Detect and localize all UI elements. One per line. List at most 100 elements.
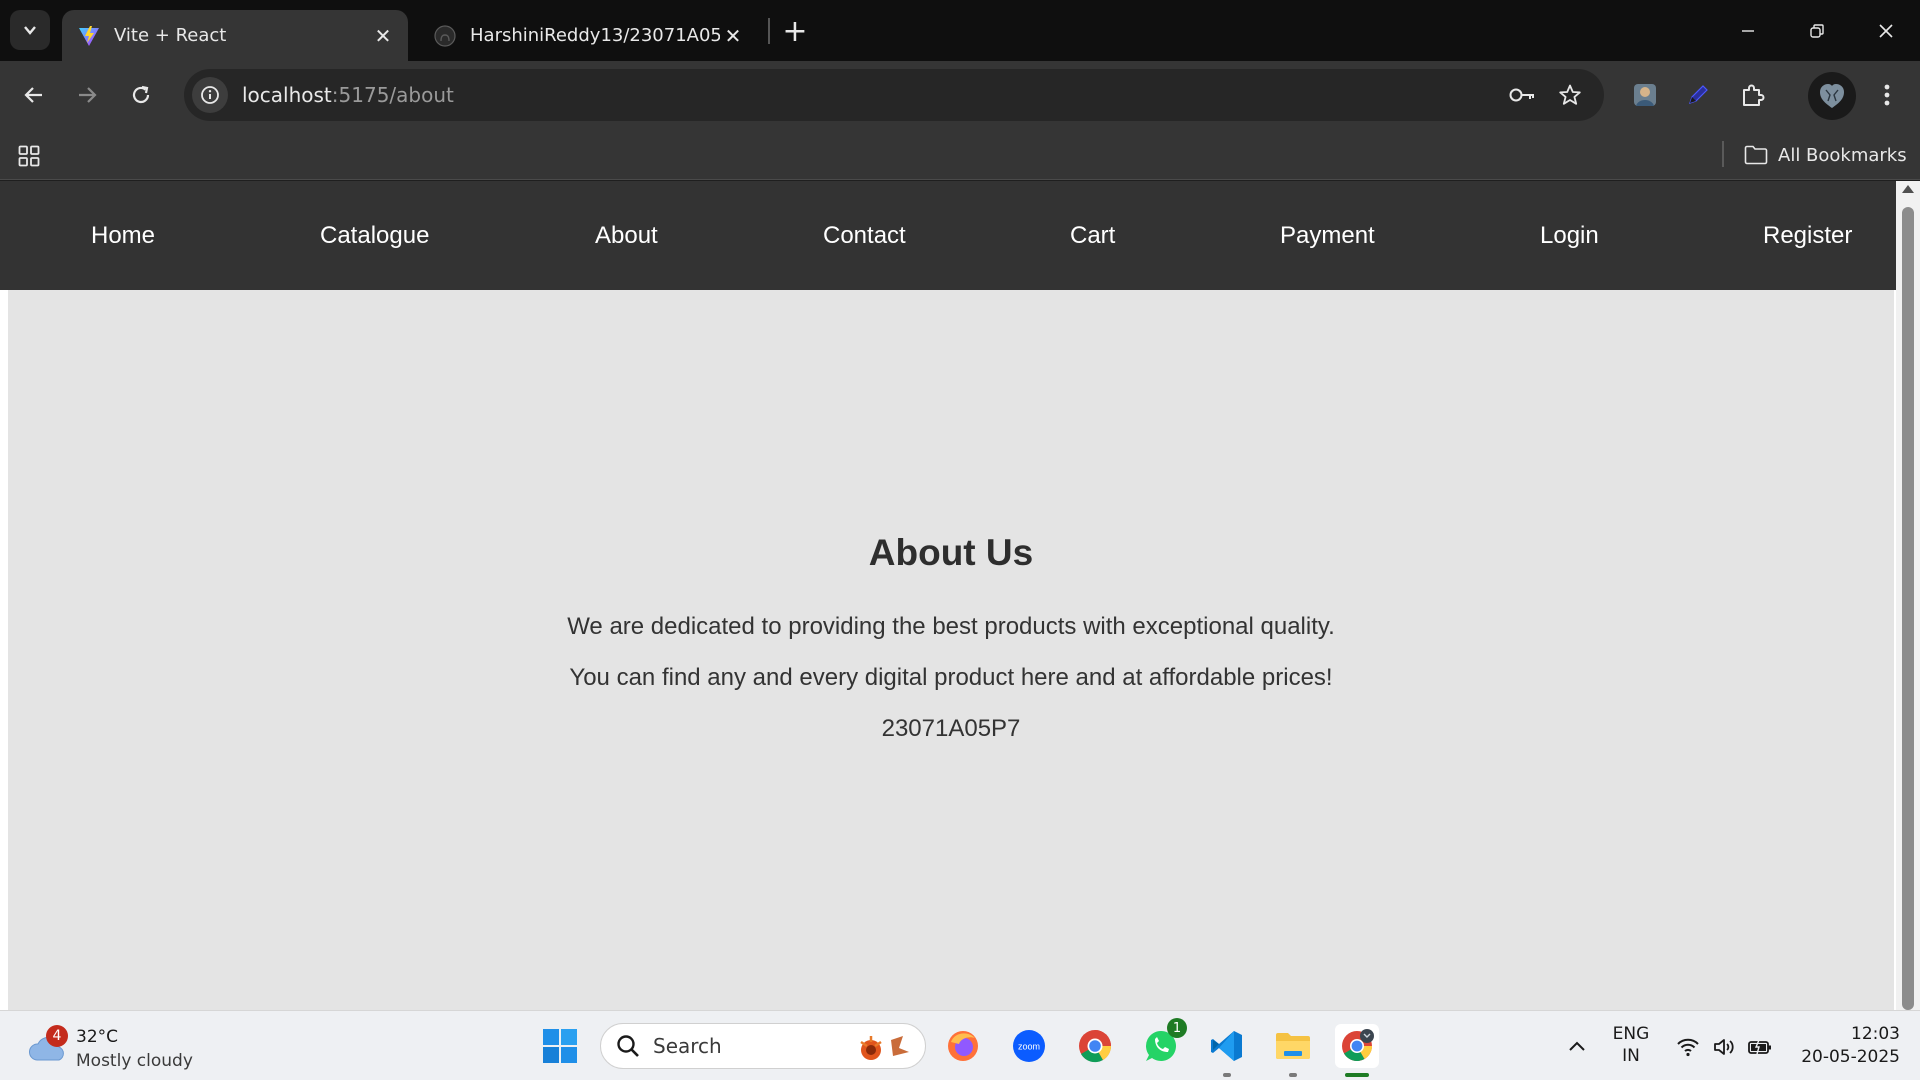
chrome-app[interactable]: [1073, 1024, 1117, 1068]
browser-toolbar: localhost:5175/about: [0, 61, 1920, 129]
all-bookmarks-label: All Bookmarks: [1778, 144, 1907, 166]
file-explorer-app[interactable]: [1271, 1024, 1315, 1077]
clock-time: 12:03: [1851, 1024, 1900, 1044]
site-info-icon[interactable]: [192, 77, 228, 113]
whatsapp-app[interactable]: 1: [1139, 1018, 1187, 1068]
close-tab-icon[interactable]: ✕: [370, 23, 396, 49]
chevron-up-icon: [1569, 1041, 1585, 1051]
new-tab-button[interactable]: +: [778, 14, 812, 49]
show-hidden-icons-button[interactable]: [1564, 1033, 1590, 1059]
about-paragraph-1: We are dedicated to providing the best p…: [567, 613, 1335, 640]
password-key-icon[interactable]: [1504, 77, 1540, 113]
vscode-app[interactable]: [1205, 1024, 1249, 1077]
tab-search-button[interactable]: [10, 10, 50, 50]
bookmarks-bar: All Bookmarks: [0, 129, 1920, 180]
reload-button[interactable]: [121, 75, 161, 115]
nav-register[interactable]: Register: [1763, 181, 1852, 290]
extension-avatar-icon[interactable]: [1625, 75, 1665, 115]
start-button[interactable]: [542, 1028, 578, 1064]
nav-login[interactable]: Login: [1540, 181, 1599, 290]
close-tab-icon[interactable]: ✕: [720, 23, 746, 49]
windows-logo-icon: [543, 1029, 577, 1063]
url-host: localhost: [242, 83, 332, 107]
wifi-icon[interactable]: [1674, 1033, 1702, 1061]
back-button[interactable]: [14, 75, 54, 115]
running-indicator: [1289, 1073, 1297, 1077]
page-scrollbar[interactable]: [1896, 181, 1920, 1010]
weather-temp: 32°C: [76, 1027, 119, 1047]
minimize-button[interactable]: [1714, 0, 1782, 61]
extensions-puzzle-icon[interactable]: [1733, 75, 1773, 115]
folder-icon: [1276, 1033, 1310, 1059]
chrome-icon: [1079, 1030, 1112, 1063]
pen-extension-icon[interactable]: [1678, 75, 1718, 115]
profile-avatar[interactable]: [1808, 72, 1856, 120]
vite-icon: [78, 25, 100, 47]
arrow-right-icon: [79, 87, 97, 103]
running-indicator: [1223, 1073, 1231, 1077]
close-window-button[interactable]: [1852, 0, 1920, 61]
nav-catalogue[interactable]: Catalogue: [320, 181, 429, 290]
page-viewport: Home Catalogue About Contact Cart Paymen…: [0, 181, 1920, 1010]
volume-icon[interactable]: [1710, 1033, 1738, 1061]
search-label: Search: [653, 1034, 722, 1058]
tab-separator: [768, 18, 770, 44]
minimize-icon: [1742, 29, 1754, 32]
search-icon: [617, 1035, 639, 1057]
restore-icon: [1810, 23, 1824, 38]
address-bar[interactable]: localhost:5175/about: [184, 69, 1604, 121]
chevron-down-icon: [24, 26, 36, 35]
weather-widget[interactable]: 4 32°C Mostly cloudy: [24, 1019, 204, 1073]
folder-icon: [1744, 145, 1768, 165]
taskbar: 4 32°C Mostly cloudy Search zoom 1 ENG I…: [0, 1010, 1920, 1080]
tab-title: Vite + React: [114, 25, 227, 46]
scroll-up-arrow[interactable]: [1902, 185, 1914, 193]
search-highlight-icon: [860, 1036, 909, 1060]
region-code: IN: [1622, 1046, 1640, 1066]
arrow-left-icon: [24, 87, 42, 103]
firefox-icon: [948, 1031, 978, 1061]
more-vertical-icon: [1884, 84, 1890, 106]
tab-github[interactable]: HarshiniReddy13/23071A05P7_ ✕: [418, 10, 758, 61]
whatsapp-badge: 1: [1167, 1018, 1187, 1038]
bookmarks-separator: [1722, 141, 1724, 167]
firefox-app[interactable]: [941, 1024, 985, 1068]
scroll-thumb[interactable]: [1902, 207, 1914, 1010]
language-indicator[interactable]: ENG IN: [1606, 1023, 1656, 1067]
url-text[interactable]: localhost:5175/about: [242, 83, 454, 107]
chrome-icon: [1342, 1029, 1374, 1062]
url-path: :5175/about: [331, 83, 454, 107]
system-clock[interactable]: 12:03 20-05-2025: [1790, 1023, 1900, 1069]
svg-text:zoom: zoom: [1018, 1042, 1040, 1052]
nav-about[interactable]: About: [595, 181, 658, 290]
about-section: About Us We are dedicated to providing t…: [8, 290, 1894, 1010]
roll-number: 23071A05P7: [881, 715, 1021, 742]
browser-menu-button[interactable]: [1870, 75, 1904, 115]
chrome-profile-app[interactable]: [1335, 1024, 1379, 1077]
forward-button[interactable]: [67, 75, 107, 115]
tab-title: HarshiniReddy13/23071A05P7_: [470, 25, 720, 46]
weather-condition: Mostly cloudy: [76, 1051, 193, 1071]
about-paragraph-2: You can find any and every digital produ…: [569, 664, 1333, 691]
restore-button[interactable]: [1783, 0, 1851, 61]
nav-payment[interactable]: Payment: [1280, 181, 1375, 290]
github-icon: [434, 24, 456, 47]
taskbar-search[interactable]: Search: [600, 1023, 926, 1069]
vscode-icon: [1211, 1031, 1242, 1061]
site-navbar: Home Catalogue About Contact Cart Paymen…: [0, 181, 1896, 290]
close-icon: [1879, 23, 1893, 38]
active-indicator: [1345, 1073, 1369, 1077]
page-title: About Us: [868, 532, 1034, 573]
reload-icon: [132, 85, 150, 104]
all-bookmarks-button[interactable]: All Bookmarks: [1744, 139, 1907, 171]
nav-home[interactable]: Home: [91, 181, 155, 290]
battery-icon[interactable]: [1746, 1033, 1774, 1061]
bookmark-star-icon[interactable]: [1552, 77, 1588, 113]
nav-cart[interactable]: Cart: [1070, 181, 1115, 290]
zoom-icon: zoom: [1013, 1030, 1045, 1062]
browser-tab-strip: Vite + React ✕ HarshiniReddy13/23071A05P…: [0, 0, 1920, 61]
zoom-app[interactable]: zoom: [1007, 1024, 1051, 1068]
tab-vite-react[interactable]: Vite + React ✕: [62, 10, 408, 61]
apps-grid-icon[interactable]: [14, 141, 44, 171]
nav-contact[interactable]: Contact: [823, 181, 906, 290]
